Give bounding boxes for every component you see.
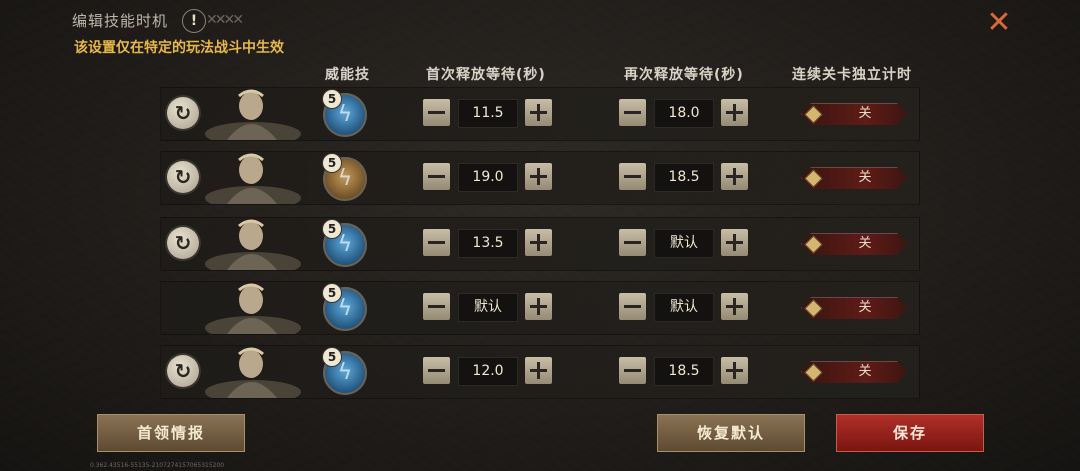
first-wait-value: 12.0 — [458, 357, 518, 386]
info-icon[interactable]: ! — [182, 9, 206, 33]
settings-notice: 该设置仅在特定的玩法战斗中生效 — [74, 40, 284, 56]
hero-row: ↻ ϟ 5 11.5 18.0 关 — [160, 87, 920, 141]
hero-row: ↻ ϟ 5 12.0 18.5 关 — [160, 345, 920, 399]
increase-repeat-wait-button[interactable] — [721, 163, 748, 190]
first-wait-value: 默认 — [458, 293, 518, 322]
increase-repeat-wait-button[interactable] — [721, 99, 748, 126]
toggle-label: 关 — [858, 300, 872, 315]
page-title: 编辑技能时机 — [72, 12, 169, 30]
repeat-wait-stepper: 18.5 — [619, 163, 749, 193]
repeat-wait-stepper: 18.0 — [619, 99, 749, 129]
decrease-repeat-wait-button[interactable] — [619, 99, 646, 126]
repeat-wait-value: 18.5 — [654, 163, 714, 192]
hero-portrait — [197, 218, 301, 270]
decrease-first-wait-button[interactable] — [423, 357, 450, 384]
column-header-repeat-wait: 再次释放等待(秒) — [624, 67, 744, 83]
first-wait-value: 19.0 — [458, 163, 518, 192]
repeat-wait-value: 18.5 — [654, 357, 714, 386]
restore-default-button[interactable]: 恢复默认 — [657, 414, 805, 452]
decoration-icon: ✕✕✕✕ — [206, 12, 244, 28]
decrease-repeat-wait-button[interactable] — [619, 229, 646, 256]
repeat-wait-stepper: 18.5 — [619, 357, 749, 387]
repeat-wait-stepper: 默认 — [619, 229, 749, 259]
increase-repeat-wait-button[interactable] — [721, 293, 748, 320]
skill-level-badge: 5 — [322, 219, 342, 239]
independent-timer-toggle[interactable]: 关 — [801, 233, 907, 255]
decrease-first-wait-button[interactable] — [423, 99, 450, 126]
increase-first-wait-button[interactable] — [525, 229, 552, 256]
skill-level-badge: 5 — [322, 347, 342, 367]
save-button[interactable]: 保存 — [836, 414, 984, 452]
column-header-skill: 威能技 — [325, 67, 370, 83]
hero-portrait — [197, 346, 301, 398]
swap-hero-icon[interactable]: ↻ — [167, 161, 199, 193]
toggle-label: 关 — [858, 364, 872, 379]
independent-timer-toggle[interactable]: 关 — [801, 297, 907, 319]
increase-first-wait-button[interactable] — [525, 99, 552, 126]
decrease-first-wait-button[interactable] — [423, 229, 450, 256]
column-header-first-wait: 首次释放等待(秒) — [426, 67, 546, 83]
independent-timer-toggle[interactable]: 关 — [801, 103, 907, 125]
first-wait-stepper: 默认 — [423, 293, 553, 323]
hero-row: ↻ ϟ 5 13.5 默认 关 — [160, 217, 920, 271]
independent-timer-toggle[interactable]: 关 — [801, 167, 907, 189]
hero-row: ϟ 5 默认 默认 关 — [160, 281, 920, 335]
swap-hero-icon[interactable]: ↻ — [167, 227, 199, 259]
first-wait-stepper: 19.0 — [423, 163, 553, 193]
hero-portrait — [197, 282, 301, 334]
decrease-repeat-wait-button[interactable] — [619, 163, 646, 190]
repeat-wait-stepper: 默认 — [619, 293, 749, 323]
increase-first-wait-button[interactable] — [525, 293, 552, 320]
skill-level-badge: 5 — [322, 89, 342, 109]
hero-row: ↻ ϟ 5 19.0 18.5 关 — [160, 151, 920, 205]
first-wait-value: 13.5 — [458, 229, 518, 258]
repeat-wait-value: 18.0 — [654, 99, 714, 128]
build-version-text: 0.362.43516-55135-2107274157065315200 — [90, 462, 225, 469]
increase-first-wait-button[interactable] — [525, 163, 552, 190]
increase-first-wait-button[interactable] — [525, 357, 552, 384]
increase-repeat-wait-button[interactable] — [721, 357, 748, 384]
first-wait-value: 11.5 — [458, 99, 518, 128]
hero-portrait — [197, 152, 301, 204]
column-header-independent-timer: 连续关卡独立计时 — [792, 67, 912, 83]
skill-level-badge: 5 — [322, 153, 342, 173]
swap-hero-icon[interactable]: ↻ — [167, 97, 199, 129]
repeat-wait-value: 默认 — [654, 293, 714, 322]
toggle-label: 关 — [858, 236, 872, 251]
decrease-repeat-wait-button[interactable] — [619, 293, 646, 320]
first-wait-stepper: 11.5 — [423, 99, 553, 129]
hero-portrait — [197, 88, 301, 140]
boss-info-button[interactable]: 首领情报 — [97, 414, 245, 452]
decrease-first-wait-button[interactable] — [423, 163, 450, 190]
skill-level-badge: 5 — [322, 283, 342, 303]
increase-repeat-wait-button[interactable] — [721, 229, 748, 256]
independent-timer-toggle[interactable]: 关 — [801, 361, 907, 383]
close-icon[interactable]: ✕ — [984, 8, 1014, 39]
toggle-label: 关 — [858, 170, 872, 185]
toggle-label: 关 — [858, 106, 872, 121]
repeat-wait-value: 默认 — [654, 229, 714, 258]
decrease-repeat-wait-button[interactable] — [619, 357, 646, 384]
decrease-first-wait-button[interactable] — [423, 293, 450, 320]
first-wait-stepper: 12.0 — [423, 357, 553, 387]
swap-hero-icon[interactable]: ↻ — [167, 355, 199, 387]
first-wait-stepper: 13.5 — [423, 229, 553, 259]
